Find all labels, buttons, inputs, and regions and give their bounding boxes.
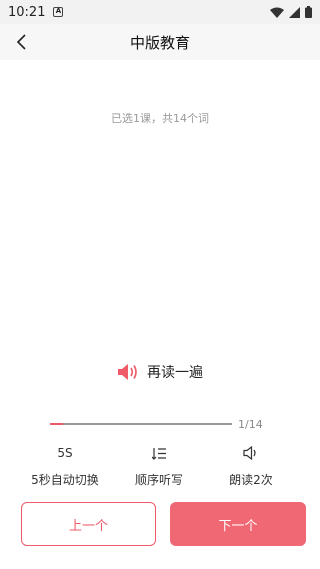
status-time: 10:21 [8,4,46,20]
progress-bar [50,423,232,425]
playback-controls: 5S 5秒自动切换 顺序听写 朗读2次 [0,444,320,488]
signal-icon [289,6,300,18]
auto-switch-label: 5秒自动切换 [31,473,99,487]
order-label: 顺序听写 [134,473,183,487]
page-title: 中版教育 [129,33,190,52]
read-times-icon-wrap [243,444,259,462]
progress-counter: 1/14 [238,417,263,431]
auto-switch-control[interactable]: 5S 5秒自动切换 [20,444,110,488]
read-times-control[interactable]: 朗读2次 [206,444,296,488]
app-bar: 中版教育 [0,24,320,60]
next-button[interactable]: 下一个 [170,502,306,546]
notification-icon: A [53,7,64,17]
status-bar: 10:21 A [0,0,320,24]
previous-button[interactable]: 上一个 [21,502,156,546]
speaker-icon [118,364,137,380]
read-times-label: 朗读2次 [229,473,273,487]
progress-fill [50,423,63,425]
auto-switch-value: 5S [57,446,73,460]
status-icons [270,6,312,18]
selected-lesson-info: 已选1课，共14个词 [111,112,209,125]
reread-label: 再读一遍 [147,365,203,381]
chevron-left-icon [16,34,26,50]
reread-button[interactable]: 再读一遍 [0,362,320,382]
wifi-icon [270,7,284,18]
back-button[interactable] [8,28,36,56]
order-icon-wrap [152,444,166,462]
sequence-list-icon [152,447,166,460]
battery-icon [305,6,312,18]
progress-row: 1/14 [50,416,280,432]
order-control[interactable]: 顺序听写 [114,444,204,488]
volume-icon [243,446,256,460]
